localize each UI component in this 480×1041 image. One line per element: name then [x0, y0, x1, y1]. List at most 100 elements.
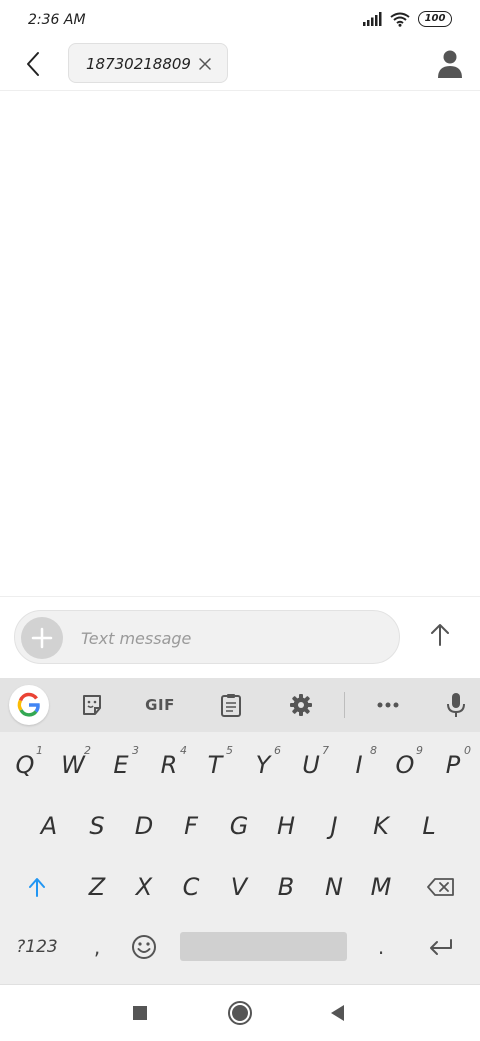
key-h[interactable]: H [263, 801, 309, 851]
contact-button[interactable] [436, 49, 464, 79]
battery-indicator: 100 [418, 11, 452, 27]
key-r[interactable]: R4 [146, 740, 192, 790]
key-c[interactable]: C [168, 862, 214, 912]
key-g[interactable]: G [216, 801, 262, 851]
symbols-label: ?123 [16, 937, 58, 957]
remove-recipient-button[interactable] [197, 56, 213, 72]
space-key[interactable] [180, 932, 347, 961]
key-label: I [355, 751, 363, 779]
recipient-chip[interactable]: 18730218809 [68, 43, 228, 83]
voice-input-button[interactable] [438, 688, 474, 722]
key-label: P [445, 751, 461, 779]
key-hint: 9 [416, 744, 423, 757]
emoji-key[interactable] [121, 922, 167, 972]
key-label: Y [255, 751, 271, 779]
status-icons: 100 [362, 11, 452, 27]
key-z[interactable]: Z [74, 862, 120, 912]
backspace-icon [427, 878, 454, 896]
compose-bar [0, 596, 480, 679]
key-i[interactable]: I8 [336, 740, 382, 790]
square-icon [133, 1006, 147, 1020]
key-label: X [135, 873, 153, 901]
key-f[interactable]: F [168, 801, 214, 851]
shift-key[interactable] [14, 862, 60, 912]
key-e[interactable]: E3 [98, 740, 144, 790]
key-v[interactable]: V [216, 862, 262, 912]
google-icon [17, 692, 40, 717]
key-label: R [160, 751, 178, 779]
key-label: F [184, 812, 198, 840]
home-circle-icon [228, 1001, 252, 1025]
key-q[interactable]: Q1 [2, 740, 48, 790]
attach-button[interactable] [21, 617, 63, 659]
sticker-button[interactable] [74, 688, 110, 722]
message-input[interactable] [79, 625, 383, 651]
key-label: H [276, 812, 296, 840]
key-hint: 3 [132, 744, 139, 757]
key-b[interactable]: B [263, 862, 309, 912]
key-j[interactable]: J [311, 801, 357, 851]
wifi-icon [390, 12, 410, 27]
key-d[interactable]: D [121, 801, 167, 851]
key-hint: 7 [322, 744, 329, 757]
period-label: . [377, 935, 385, 959]
key-label: J [330, 812, 338, 840]
key-o[interactable]: O9 [382, 740, 428, 790]
key-label: Z [88, 873, 106, 901]
symbols-key[interactable]: ?123 [14, 922, 60, 972]
home-button[interactable] [226, 999, 254, 1027]
key-s[interactable]: S [74, 801, 120, 851]
key-y[interactable]: Y6 [240, 740, 286, 790]
plus-icon [31, 627, 53, 649]
key-x[interactable]: X [121, 862, 167, 912]
key-t[interactable]: T5 [192, 740, 238, 790]
status-time: 2:36 AM [28, 12, 86, 28]
key-label: O [395, 751, 415, 779]
key-label: E [113, 751, 129, 779]
more-horizontal-icon [377, 702, 399, 708]
more-button[interactable] [370, 688, 406, 722]
period-key[interactable]: . [358, 922, 404, 972]
key-m[interactable]: M [358, 862, 404, 912]
keyboard: G I F Q 1 W 2 E 3 R 4 T 5 Y 6 U 7 I 8 O 9 … [0, 678, 480, 984]
enter-key[interactable] [418, 922, 464, 972]
key-w[interactable]: W2 [50, 740, 96, 790]
key-hint: 1 [36, 744, 43, 757]
key-label: L [422, 812, 436, 840]
microphone-icon [447, 693, 465, 717]
backspace-key[interactable] [418, 862, 464, 912]
gif-button[interactable]: GIF [142, 688, 178, 722]
back-button[interactable] [20, 50, 48, 78]
toolbar-divider [344, 692, 345, 718]
recents-button[interactable] [126, 999, 154, 1027]
chevron-left-icon [27, 52, 39, 76]
emoji-icon [132, 935, 156, 959]
key-n[interactable]: N [311, 862, 357, 912]
key-k[interactable]: K [358, 801, 404, 851]
key-l[interactable]: L [406, 801, 452, 851]
keyboard-toolbar: GIF [0, 678, 480, 732]
settings-button[interactable] [283, 688, 319, 722]
key-hint: 8 [370, 744, 377, 757]
key-p[interactable]: P0 [430, 740, 476, 790]
key-label: Q [15, 751, 35, 779]
gif-label: GIF [145, 696, 175, 714]
key-label: M [370, 873, 392, 901]
key-label: S [89, 812, 105, 840]
key-a[interactable]: A [26, 801, 72, 851]
key-label: V [230, 873, 248, 901]
clipboard-button[interactable] [213, 688, 249, 722]
conversation-header: 18730218809 [0, 40, 480, 91]
key-hint: 0 [464, 744, 471, 757]
arrow-up-icon [431, 624, 449, 646]
google-button[interactable] [9, 685, 49, 725]
key-hint: 5 [226, 744, 233, 757]
send-button[interactable] [424, 619, 456, 651]
comma-key[interactable]: , [74, 922, 120, 972]
person-icon [438, 50, 462, 78]
key-u[interactable]: U7 [288, 740, 334, 790]
back-nav-button[interactable] [324, 999, 352, 1027]
clipboard-icon [221, 694, 241, 717]
compose-field [14, 610, 400, 664]
key-label: C [182, 873, 200, 901]
